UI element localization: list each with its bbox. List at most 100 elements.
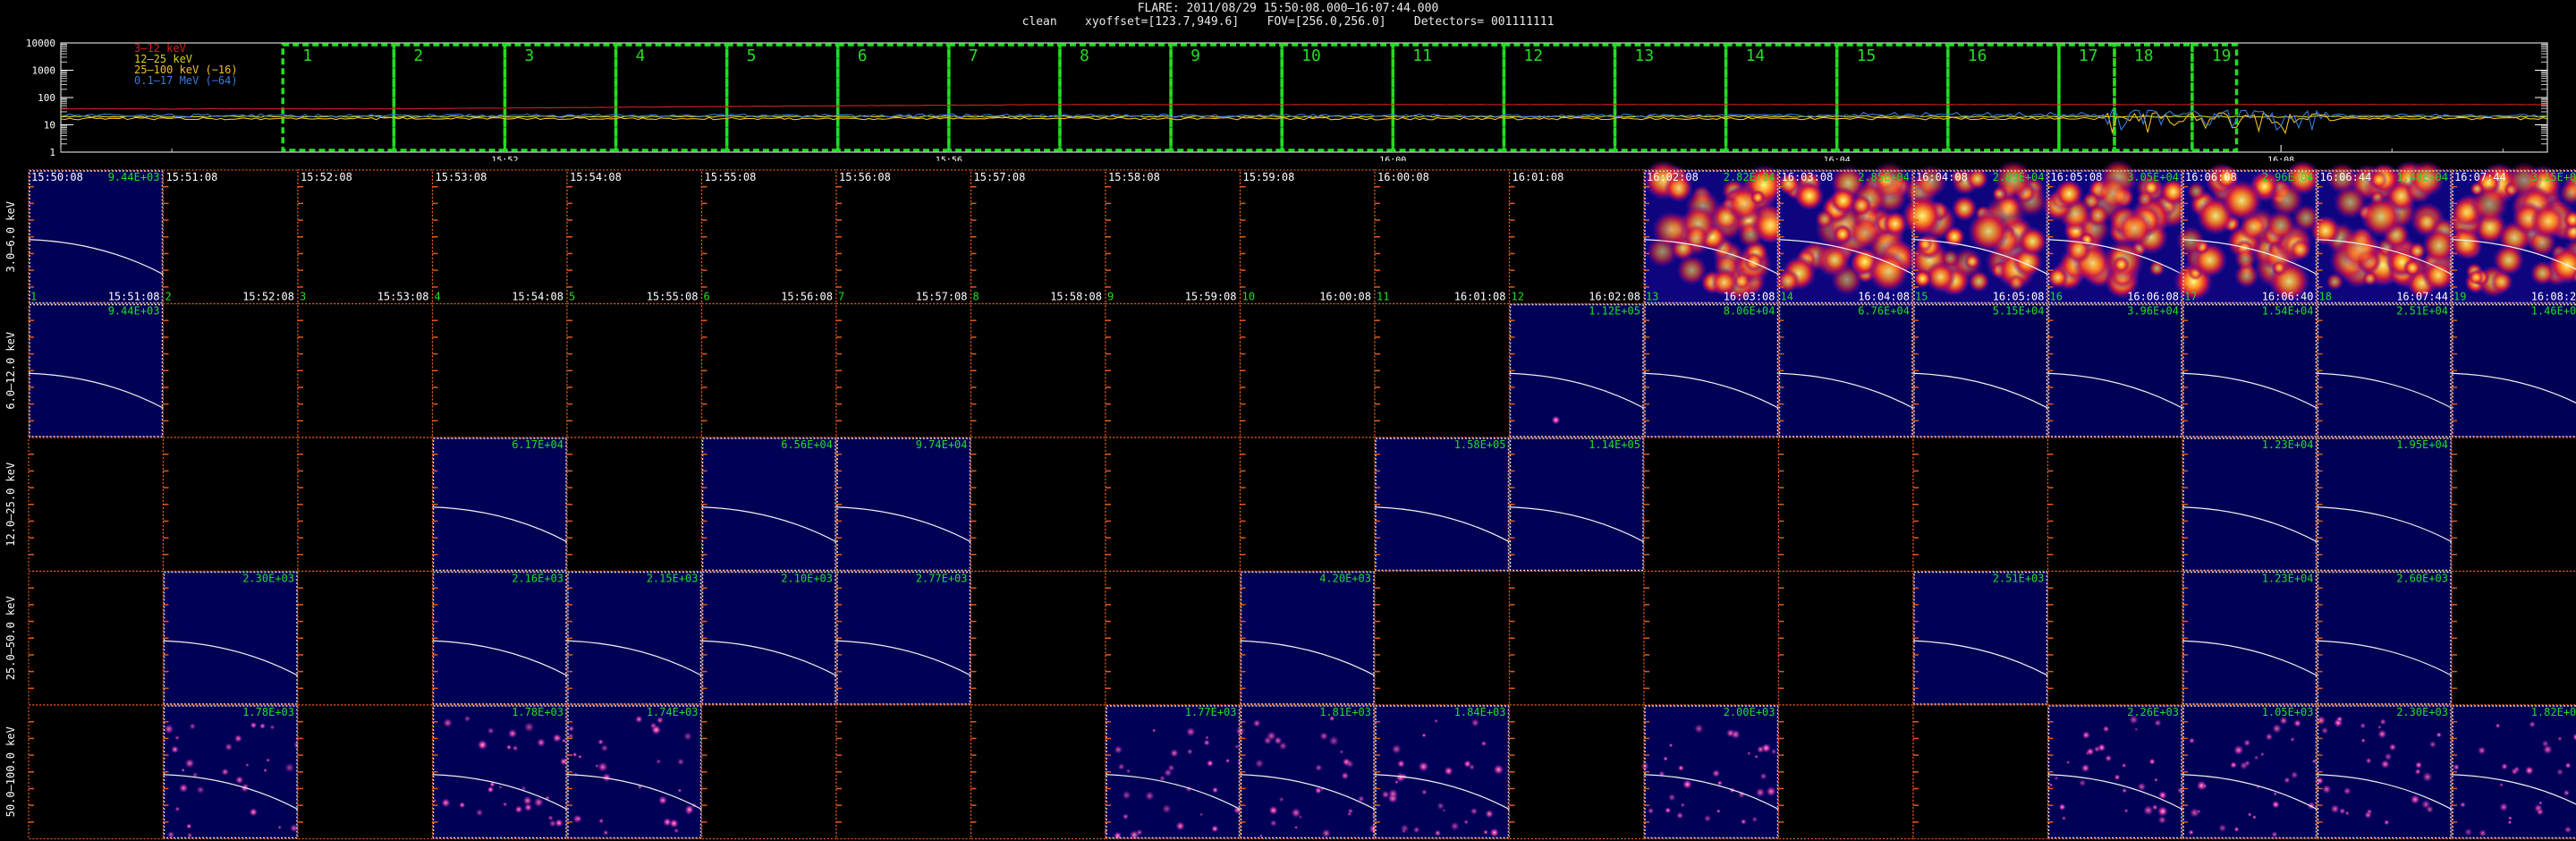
cell-background: [163, 437, 298, 572]
noise-blob: [1716, 809, 1721, 813]
solar-limb: [1643, 774, 1779, 811]
emission-haze: [1644, 170, 1779, 304]
emission-blob: [2470, 184, 2509, 224]
solar-limb: [432, 640, 568, 676]
image-frame: [1375, 705, 1510, 839]
cell-background: [1375, 170, 1510, 304]
emission-blob: [1951, 195, 1979, 222]
noise-blob: [602, 772, 612, 783]
image-frame: [701, 571, 836, 705]
emission-blob: [2084, 180, 2128, 224]
panel-frame: [1643, 437, 1780, 573]
noise-blob: [2333, 718, 2343, 728]
image-cell: [566, 437, 703, 573]
noise-blob: [2061, 815, 2067, 821]
noise-blob: [2499, 802, 2509, 812]
image-cell: [700, 302, 837, 438]
emission-blob: [2384, 241, 2419, 276]
peak-value: 9.44E+03: [108, 171, 160, 183]
emission-blob: [2115, 209, 2154, 247]
panel-frame: [1508, 570, 1645, 706]
noise-blob: [547, 815, 554, 821]
column-number: 10: [1242, 291, 1255, 303]
emission-blob: [1916, 235, 1934, 252]
emission-blob: [1651, 210, 1690, 249]
emission-blob: [2058, 246, 2094, 282]
noise-blob: [1113, 831, 1123, 840]
emission-blob: [1670, 235, 1696, 261]
emission-blob: [2447, 204, 2484, 241]
panel-frame: [1105, 437, 1241, 573]
panel-frame: [28, 437, 165, 573]
noise-blob: [2365, 757, 2372, 764]
image-frame: [2317, 571, 2452, 705]
emission-blob: [2001, 216, 2027, 242]
image-frame: [1375, 437, 1510, 572]
start-time: 15:54:08: [570, 171, 622, 183]
image-cell: 3.05E+04 16:05:08 16:06:08 16: [2042, 158, 2191, 305]
noise-blob: [1381, 790, 1390, 799]
column-number: 4: [435, 291, 441, 303]
emission-blob: [2475, 169, 2502, 197]
noise-blob: [174, 806, 181, 812]
start-time: 15:52:08: [301, 171, 352, 183]
panel-frame: [700, 169, 837, 305]
emission-blob: [1867, 225, 1907, 266]
emission-blob: [1796, 170, 1823, 197]
column-number: 12: [1512, 291, 1524, 303]
image-cell: [970, 437, 1106, 573]
emission-blob: [1683, 224, 1709, 251]
emission-blob: [1736, 266, 1753, 283]
emission-blob: [1882, 210, 1909, 237]
image-cell: [162, 302, 299, 438]
column-number: 17: [2184, 291, 2197, 303]
peak-value: 8.06E+04: [1724, 305, 1775, 318]
noise-blob: [1387, 788, 1399, 799]
start-time: 16:03:08: [1782, 171, 1834, 183]
noise-blob: [521, 786, 527, 792]
emission-blob: [1989, 225, 2021, 258]
noise-blob: [284, 762, 295, 773]
emission-blob: [2547, 245, 2576, 285]
cell-background: [29, 571, 164, 705]
panel-frame: [835, 169, 972, 305]
emission-blob: [2139, 177, 2166, 205]
emission-blob: [2226, 224, 2262, 260]
emission-blob: [1850, 246, 1880, 277]
cell-background: [29, 705, 164, 839]
panel-frame: [297, 570, 434, 706]
noise-blob: [184, 758, 195, 769]
noise-blob: [463, 715, 471, 723]
emission-blob: [1997, 194, 2021, 218]
start-time: 15:53:08: [436, 171, 487, 183]
emission-blob: [1719, 265, 1758, 302]
emission-blob: [1642, 159, 1684, 200]
noise-blob: [441, 798, 451, 808]
panel-frame: [1374, 437, 1511, 573]
noise-blob: [1729, 787, 1735, 794]
emission-blob: [2099, 158, 2139, 199]
cell-background: [2452, 170, 2576, 304]
cell-background: [432, 437, 567, 572]
x-tick-label: 15:52: [491, 156, 518, 161]
image-cell: 1.82E+03: [2451, 704, 2576, 840]
cell-background: [2182, 170, 2318, 304]
emission-blob: [2112, 256, 2131, 274]
noise-blob: [2272, 723, 2283, 734]
noise-blob: [1235, 726, 1246, 736]
noise-blob: [459, 802, 466, 809]
noise-blob: [1321, 828, 1331, 838]
noise-blob: [1161, 803, 1172, 814]
solar-limb: [163, 640, 299, 676]
start-time: 16:02:08: [1647, 171, 1699, 183]
emission-blob: [2382, 221, 2411, 250]
panel-frame: [2316, 169, 2453, 305]
image-cell: [2046, 570, 2183, 706]
noise-blob: [600, 743, 609, 752]
noise-blob: [674, 828, 680, 834]
emission-blob: [1726, 256, 1758, 286]
panel-frame: [1374, 704, 1511, 840]
cell-background: [1778, 705, 1913, 839]
cell-background: [1375, 705, 1510, 839]
panel-frame: [431, 570, 568, 706]
